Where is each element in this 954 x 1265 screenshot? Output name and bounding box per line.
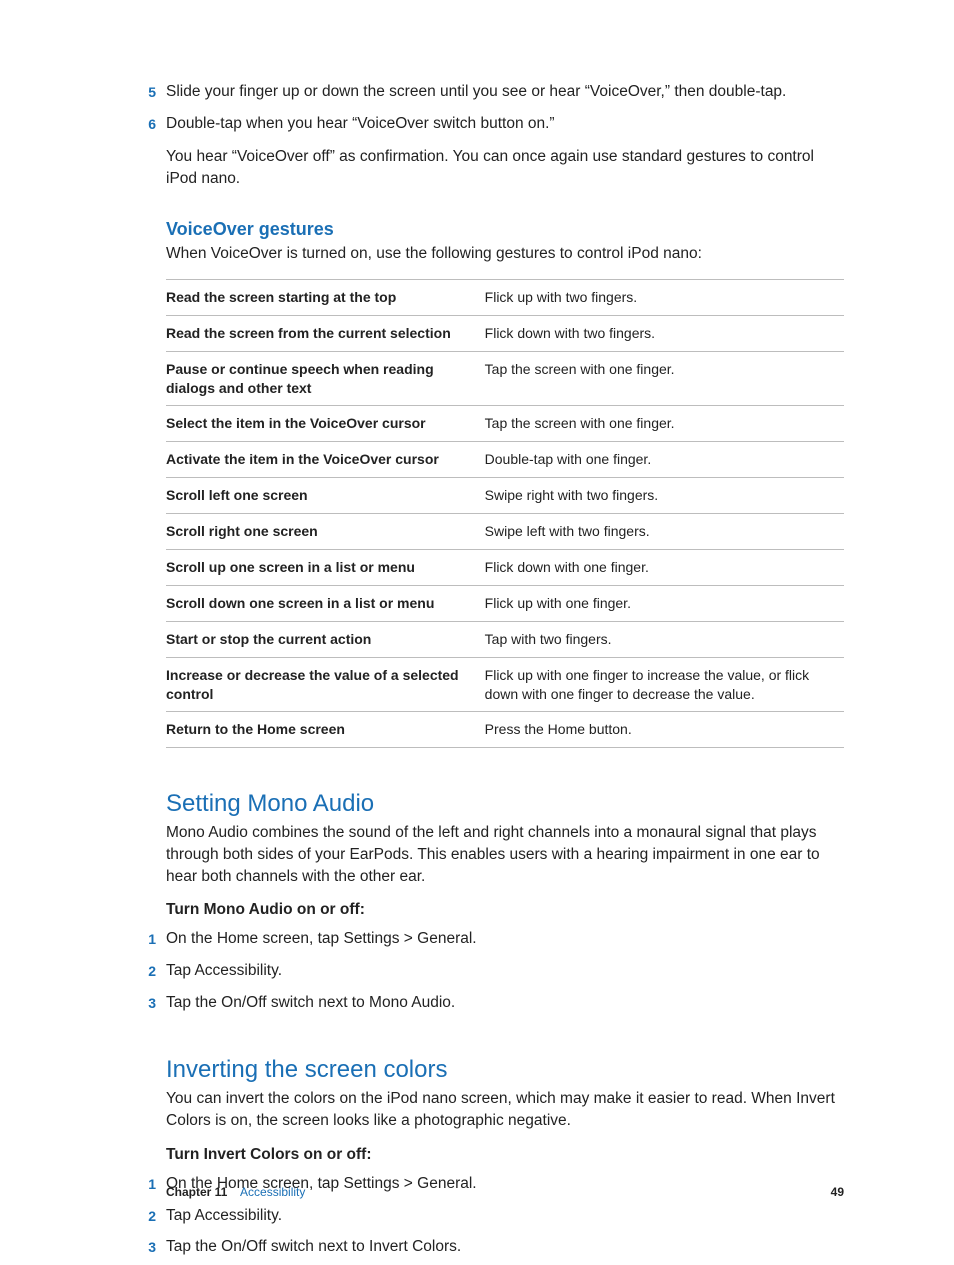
invert-colors-section: Inverting the screen colors You can inve… bbox=[166, 1056, 844, 1258]
section-subhead: Turn Mono Audio on or off: bbox=[166, 901, 844, 919]
gesture-description: Press the Home button. bbox=[485, 712, 844, 748]
section-heading: VoiceOver gestures bbox=[166, 219, 844, 240]
section-body: You can invert the colors on the iPod na… bbox=[166, 1088, 844, 1131]
gesture-action: Scroll down one screen in a list or menu bbox=[166, 585, 485, 621]
list-item: 3Tap the On/Off switch next to Invert Co… bbox=[166, 1237, 844, 1258]
gesture-action: Read the screen from the current selecti… bbox=[166, 315, 485, 351]
step-number: 1 bbox=[138, 1174, 156, 1195]
table-row: Scroll up one screen in a list or menuFl… bbox=[166, 550, 844, 586]
gesture-action: Select the item in the VoiceOver cursor bbox=[166, 406, 485, 442]
list-item: 2Tap Accessibility. bbox=[166, 961, 844, 982]
mono-audio-section: Setting Mono Audio Mono Audio combines t… bbox=[166, 790, 844, 1014]
gesture-description: Swipe left with two fingers. bbox=[485, 514, 844, 550]
table-row: Scroll left one screenSwipe right with t… bbox=[166, 478, 844, 514]
section-subhead: Turn Invert Colors on or off: bbox=[166, 1146, 844, 1164]
section-heading: Setting Mono Audio bbox=[166, 790, 844, 818]
step-text: Tap the On/Off switch next to Invert Col… bbox=[166, 1237, 844, 1258]
chapter-name: Accessibility bbox=[240, 1185, 305, 1199]
gesture-action: Scroll right one screen bbox=[166, 514, 485, 550]
list-item: 1On the Home screen, tap Settings > Gene… bbox=[166, 929, 844, 950]
gesture-action: Increase or decrease the value of a sele… bbox=[166, 657, 485, 712]
top-steps-list: 5 Slide your finger up or down the scree… bbox=[166, 82, 844, 135]
step-text: Double-tap when you hear “VoiceOver swit… bbox=[166, 114, 844, 135]
list-item: 3Tap the On/Off switch next to Mono Audi… bbox=[166, 993, 844, 1014]
gesture-description: Swipe right with two fingers. bbox=[485, 478, 844, 514]
gesture-action: Scroll left one screen bbox=[166, 478, 485, 514]
gesture-action: Pause or continue speech when reading di… bbox=[166, 351, 485, 406]
step-text: Slide your finger up or down the screen … bbox=[166, 82, 844, 103]
step-number: 3 bbox=[138, 993, 156, 1014]
gesture-description: Flick up with one finger. bbox=[485, 585, 844, 621]
table-row: Read the screen starting at the topFlick… bbox=[166, 279, 844, 315]
voiceover-gestures-section: VoiceOver gestures When VoiceOver is tur… bbox=[166, 219, 844, 748]
section-heading: Inverting the screen colors bbox=[166, 1056, 844, 1084]
steps-list: 1On the Home screen, tap Settings > Gene… bbox=[166, 929, 844, 1014]
gesture-description: Tap the screen with one finger. bbox=[485, 351, 844, 406]
table-row: Increase or decrease the value of a sele… bbox=[166, 657, 844, 712]
gesture-description: Flick down with one finger. bbox=[485, 550, 844, 586]
step-text: On the Home screen, tap Settings > Gener… bbox=[166, 929, 844, 950]
note-text: You hear “VoiceOver off” as confirmation… bbox=[166, 146, 844, 189]
table-row: Activate the item in the VoiceOver curso… bbox=[166, 442, 844, 478]
step-number: 5 bbox=[138, 82, 156, 103]
table-row: Scroll right one screenSwipe left with t… bbox=[166, 514, 844, 550]
chapter-label: Chapter 11 bbox=[166, 1185, 227, 1199]
step-text: Tap Accessibility. bbox=[166, 1206, 844, 1227]
table-row: Pause or continue speech when reading di… bbox=[166, 351, 844, 406]
gesture-action: Return to the Home screen bbox=[166, 712, 485, 748]
list-item: 6 Double-tap when you hear “VoiceOver sw… bbox=[166, 114, 844, 135]
step-number: 1 bbox=[138, 929, 156, 950]
table-row: Return to the Home screenPress the Home … bbox=[166, 712, 844, 748]
gesture-action: Scroll up one screen in a list or menu bbox=[166, 550, 485, 586]
step-number: 2 bbox=[138, 961, 156, 982]
step-number: 2 bbox=[138, 1206, 156, 1227]
page-content: 5 Slide your finger up or down the scree… bbox=[0, 0, 954, 1258]
gesture-action: Read the screen starting at the top bbox=[166, 279, 485, 315]
gesture-description: Flick up with two fingers. bbox=[485, 279, 844, 315]
gesture-description: Tap with two fingers. bbox=[485, 621, 844, 657]
page-number: 49 bbox=[831, 1185, 844, 1199]
gesture-description: Flick up with one finger to increase the… bbox=[485, 657, 844, 712]
footer-left: Chapter 11 Accessibility bbox=[166, 1185, 305, 1199]
gesture-description: Double-tap with one finger. bbox=[485, 442, 844, 478]
table-row: Select the item in the VoiceOver cursorT… bbox=[166, 406, 844, 442]
list-item: 5 Slide your finger up or down the scree… bbox=[166, 82, 844, 103]
step-text: Tap the On/Off switch next to Mono Audio… bbox=[166, 993, 844, 1014]
table-row: Read the screen from the current selecti… bbox=[166, 315, 844, 351]
table-row: Scroll down one screen in a list or menu… bbox=[166, 585, 844, 621]
gesture-description: Tap the screen with one finger. bbox=[485, 406, 844, 442]
step-number: 3 bbox=[138, 1237, 156, 1258]
section-body: Mono Audio combines the sound of the lef… bbox=[166, 822, 844, 887]
step-number: 6 bbox=[138, 114, 156, 135]
gesture-description: Flick down with two fingers. bbox=[485, 315, 844, 351]
list-item: 2Tap Accessibility. bbox=[166, 1206, 844, 1227]
table-row: Start or stop the current actionTap with… bbox=[166, 621, 844, 657]
step-text: Tap Accessibility. bbox=[166, 961, 844, 982]
gestures-table: Read the screen starting at the topFlick… bbox=[166, 279, 844, 748]
page-footer: Chapter 11 Accessibility 49 bbox=[166, 1185, 844, 1199]
section-intro: When VoiceOver is turned on, use the fol… bbox=[166, 243, 844, 265]
gesture-action: Activate the item in the VoiceOver curso… bbox=[166, 442, 485, 478]
gesture-action: Start or stop the current action bbox=[166, 621, 485, 657]
